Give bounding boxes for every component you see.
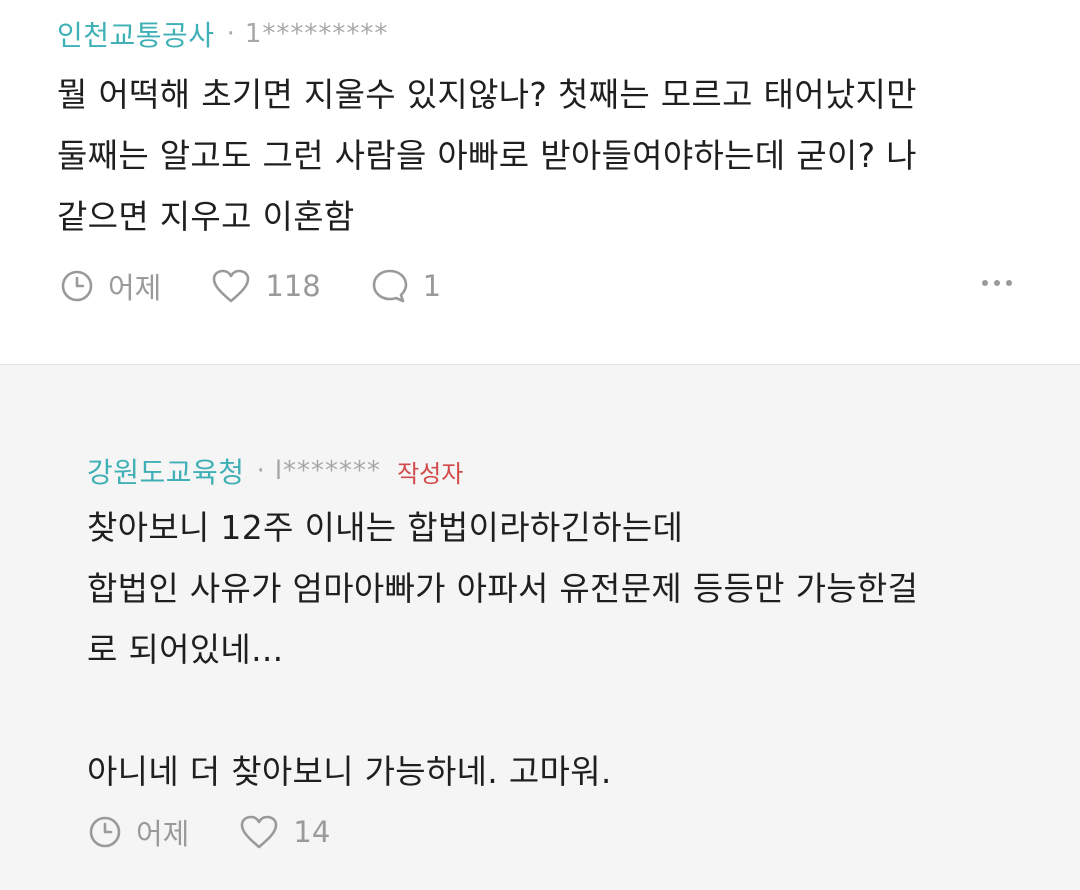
time-label: 어제 — [136, 817, 190, 851]
reply-button[interactable]: 1 — [371, 268, 441, 304]
author-name[interactable]: 강원도교육청 — [87, 451, 245, 491]
comment-header: 강원도교육청 · l******* 작성자 — [87, 451, 463, 491]
reply-count: 1 — [422, 269, 442, 303]
clock-icon — [60, 269, 94, 303]
author-name[interactable]: 인천교통공사 — [57, 14, 215, 54]
like-count: 118 — [265, 269, 321, 303]
comment-actions: 어제 14 — [88, 811, 380, 853]
comment: 인천교통공사 · 1********* 뭘 어떡해 초기면 지울수 있지않나? … — [0, 0, 1080, 365]
separator-dot: · — [256, 456, 265, 486]
more-dots-icon[interactable] — [982, 280, 1012, 286]
user-id: 1********* — [244, 19, 389, 49]
comment-header: 인천교통공사 · 1********* — [57, 14, 388, 54]
comment-body: 뭘 어떡해 초기면 지울수 있지않나? 첫째는 모르고 태어났지만 둘째는 알고… — [57, 75, 917, 236]
writer-badge: 작성자 — [397, 459, 464, 488]
like-button[interactable]: 118 — [211, 268, 321, 304]
like-button[interactable]: 14 — [239, 814, 330, 850]
speech-bubble-icon[interactable] — [371, 268, 409, 304]
reply-comment: 강원도교육청 · l******* 작성자 찾아보니 12주 이내는 합법이라하… — [0, 365, 1080, 890]
time-label: 어제 — [108, 271, 162, 305]
user-id: l******* — [274, 456, 382, 486]
timestamp: 어제 — [88, 811, 189, 853]
comment-actions: 어제 118 1 — [60, 265, 491, 307]
heart-icon[interactable] — [239, 814, 279, 850]
heart-icon[interactable] — [211, 268, 251, 304]
clock-icon — [88, 815, 122, 849]
timestamp: 어제 — [60, 265, 161, 307]
like-count: 14 — [293, 815, 331, 849]
comment-body: 찾아보니 12주 이내는 합법이라하긴하는데 합법인 사유가 엄마아빠가 아파서… — [87, 508, 919, 791]
separator-dot: · — [226, 19, 235, 49]
